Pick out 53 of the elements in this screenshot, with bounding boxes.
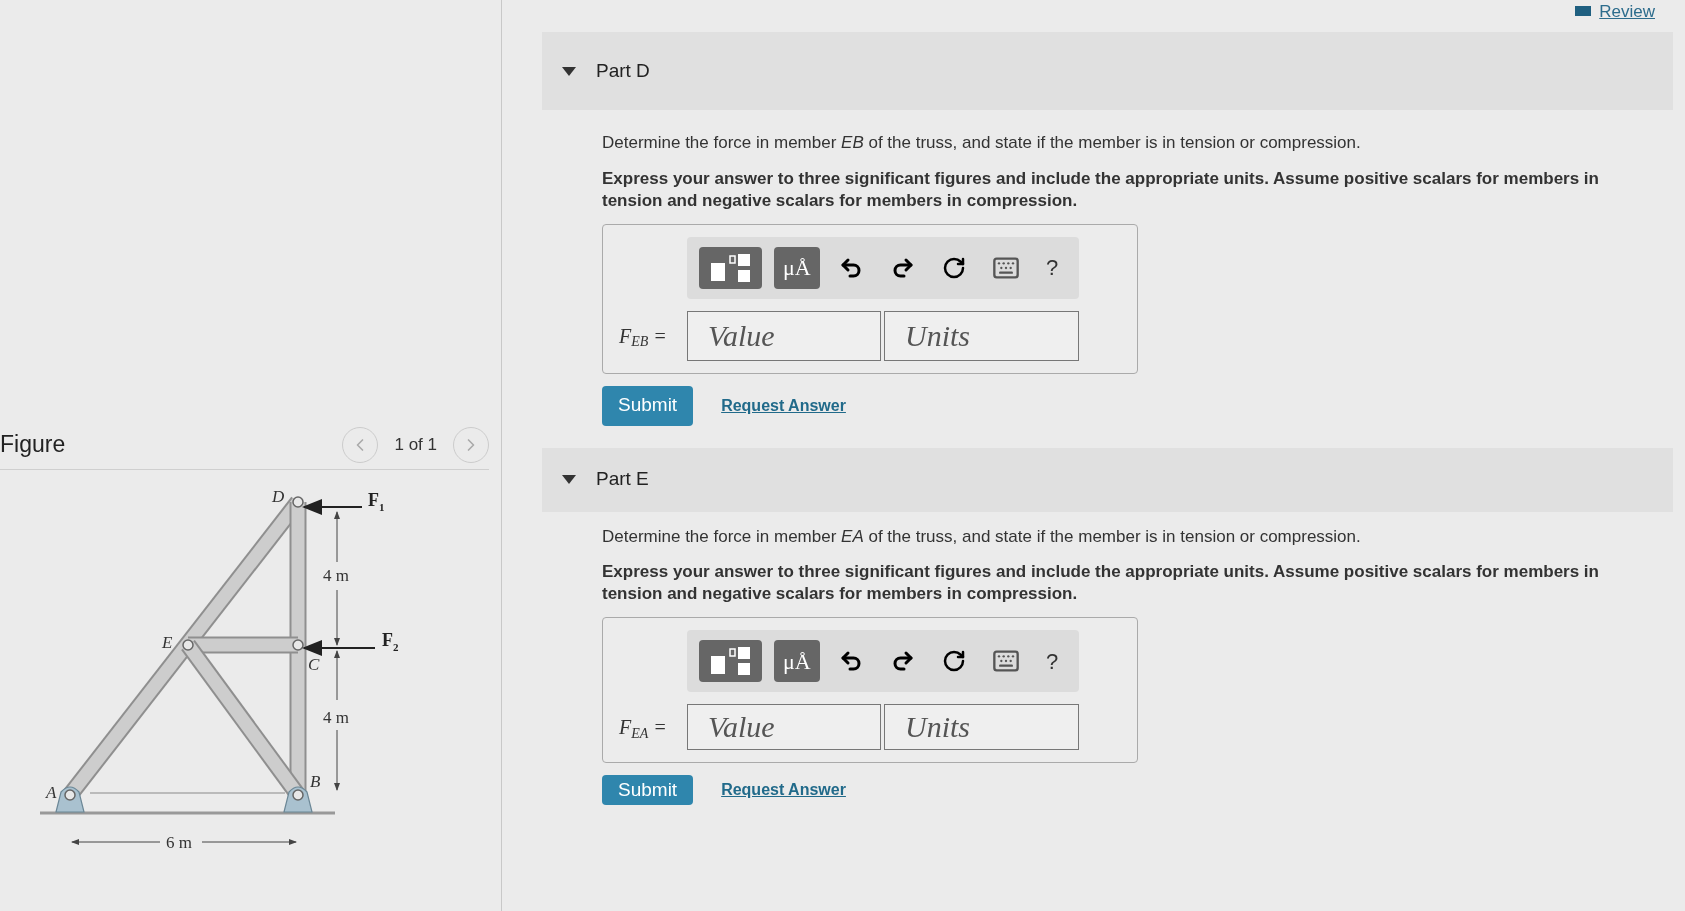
part-header[interactable]: Part D [542,32,1673,110]
review-link[interactable]: Review [1599,2,1655,20]
pin-icon [292,789,304,801]
pin-icon [182,639,194,651]
value-field[interactable]: Value [687,310,881,361]
node-label: C [308,655,320,674]
force-label: F$_{2}$ [382,630,399,653]
templates-icon [708,646,753,676]
pin-icon [64,789,76,801]
force-label: F$_{1}$ [368,490,385,513]
units-field[interactable]: Units [884,704,1079,750]
reset-icon [942,649,967,673]
templates-button[interactable] [699,246,763,289]
dimension-line [334,729,340,791]
submit-button[interactable]: Submit [602,385,694,426]
redo-icon [890,649,915,673]
review-icon [1575,6,1592,16]
question-text: Determine the force in member EA of the truss, and state if the member is in tension or compression. [602,525,1362,548]
part-title: Part E [596,467,649,492]
units-button[interactable]: μÅ [774,246,820,289]
dimension-label: 4 m [323,566,349,585]
node-label: D [272,487,285,506]
part-header[interactable]: Part E [542,447,1673,512]
pin-icon [292,639,304,651]
units-button[interactable]: μÅ [774,640,820,682]
pin-icon [292,496,304,508]
part-title: Part D [596,58,650,83]
value-field[interactable]: Value [687,704,881,750]
submit-button[interactable]: Submit [602,775,694,805]
answer-label: F$_{EA}$ = [618,715,668,742]
dimension-label: 4 m [323,708,349,727]
dimension-line [334,650,340,701]
figure-title: Figure [0,430,66,460]
request-answer-link[interactable]: Request Answer [721,393,846,418]
help-button[interactable]: ? [1037,641,1067,681]
dimension-label: 6 m [166,833,192,852]
request-answer-link[interactable]: Request Answer [721,778,846,802]
templates-icon [708,252,753,283]
node-label: E [162,633,173,652]
question-text: Determine the force in member EB of the truss, and state if the member is in tension or compression. [602,132,1362,154]
instructions-text: Express your answer to three significant figures and include the appropriate units. Assume positive scalars for members in tension and negative scalars for members in compression. [602,561,1600,605]
reset-icon [942,255,967,280]
units-field[interactable]: Units [884,310,1079,361]
templates-button[interactable] [699,640,763,682]
dimension-line [334,511,340,563]
instructions-text: Express your answer to three significant figures and include the appropriate units. Assume positive scalars for members in tension and negative scalars for members in compression. [602,167,1600,212]
answer-label: F$_{EB}$ = [618,323,668,351]
node-label: A [46,783,57,802]
force-arrow [302,499,363,515]
pager-text: 1 of 1 [394,433,437,456]
help-button[interactable]: ? [1037,247,1067,288]
dimension-line [334,589,340,646]
node-label: B [310,772,321,791]
